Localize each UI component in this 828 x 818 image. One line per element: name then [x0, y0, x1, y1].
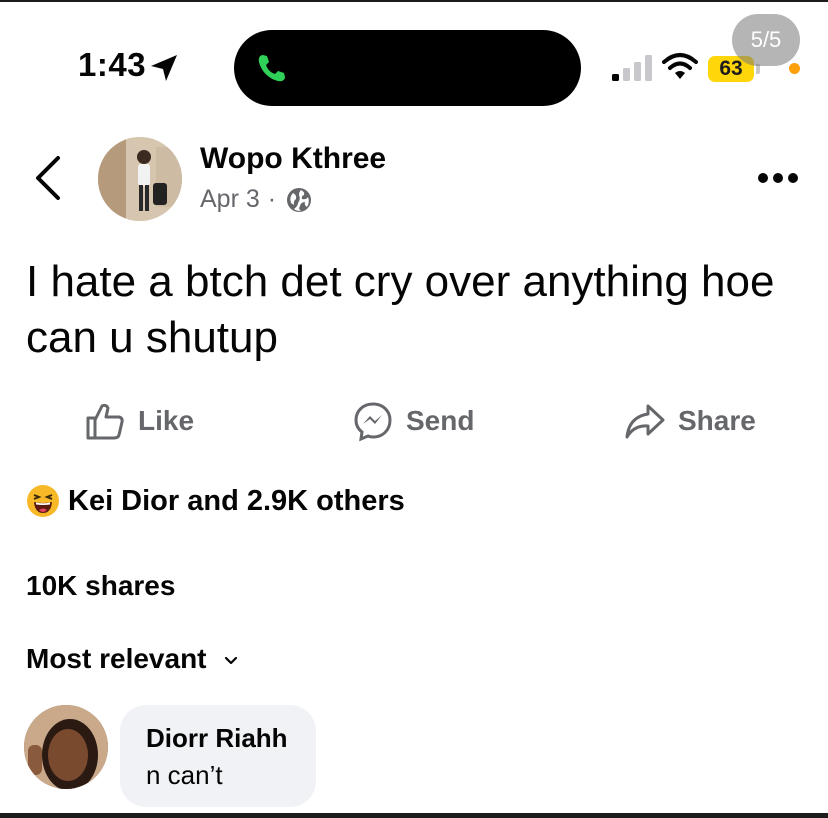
author-avatar[interactable]: [98, 137, 182, 221]
like-button[interactable]: Like: [84, 400, 194, 442]
share-arrow-icon: [625, 404, 665, 439]
globe-icon: [287, 187, 312, 212]
post-text: I hate a btch det cry over anything hoe …: [26, 257, 775, 362]
messenger-icon: [354, 402, 392, 442]
wifi-icon: [662, 53, 698, 79]
bottom-frame-border: [0, 813, 828, 818]
comment-sort-dropdown[interactable]: Most relevant: [26, 643, 239, 675]
privacy-indicator-dot: [789, 63, 800, 74]
comment-bubble[interactable]: Diorr Riahh n can’t: [120, 705, 316, 807]
comment-author[interactable]: Diorr Riahh: [146, 723, 288, 754]
more-options-icon[interactable]: [756, 170, 800, 186]
share-label: Share: [678, 405, 756, 436]
comment-text: n can’t: [146, 760, 223, 790]
laughing-emoji-icon: [27, 485, 59, 517]
phone-call-icon: [258, 55, 285, 82]
send-label: Send: [406, 405, 475, 436]
meta-separator: ·: [267, 185, 277, 213]
commenter-avatar-photo: [24, 705, 108, 789]
shares-count[interactable]: 10K shares: [26, 570, 175, 602]
status-time: 1:43: [78, 46, 147, 83]
like-label: Like: [138, 405, 195, 436]
post-meta: Apr 3 ·: [200, 185, 312, 214]
reactions-text: Kei Dior and 2.9K others: [68, 484, 405, 517]
thumbs-up-icon: [86, 403, 124, 440]
send-button[interactable]: Send: [352, 400, 474, 442]
sort-label: Most relevant: [26, 643, 207, 674]
reactions-summary[interactable]: Kei Dior and 2.9K others: [26, 484, 405, 518]
author-name[interactable]: Wopo Kthree: [200, 142, 386, 176]
dynamic-island[interactable]: [234, 30, 581, 106]
location-arrow-icon: [151, 55, 177, 81]
share-button[interactable]: Share: [624, 400, 756, 442]
back-chevron-icon[interactable]: [30, 152, 66, 204]
image-counter: 5/5: [732, 14, 800, 66]
post-date: Apr 3: [200, 185, 260, 213]
top-frame-border: [0, 0, 828, 2]
chevron-down-icon: [224, 656, 237, 665]
author-avatar-photo: [98, 137, 182, 221]
commenter-avatar[interactable]: [24, 705, 108, 789]
cellular-signal-icon: [612, 55, 652, 81]
